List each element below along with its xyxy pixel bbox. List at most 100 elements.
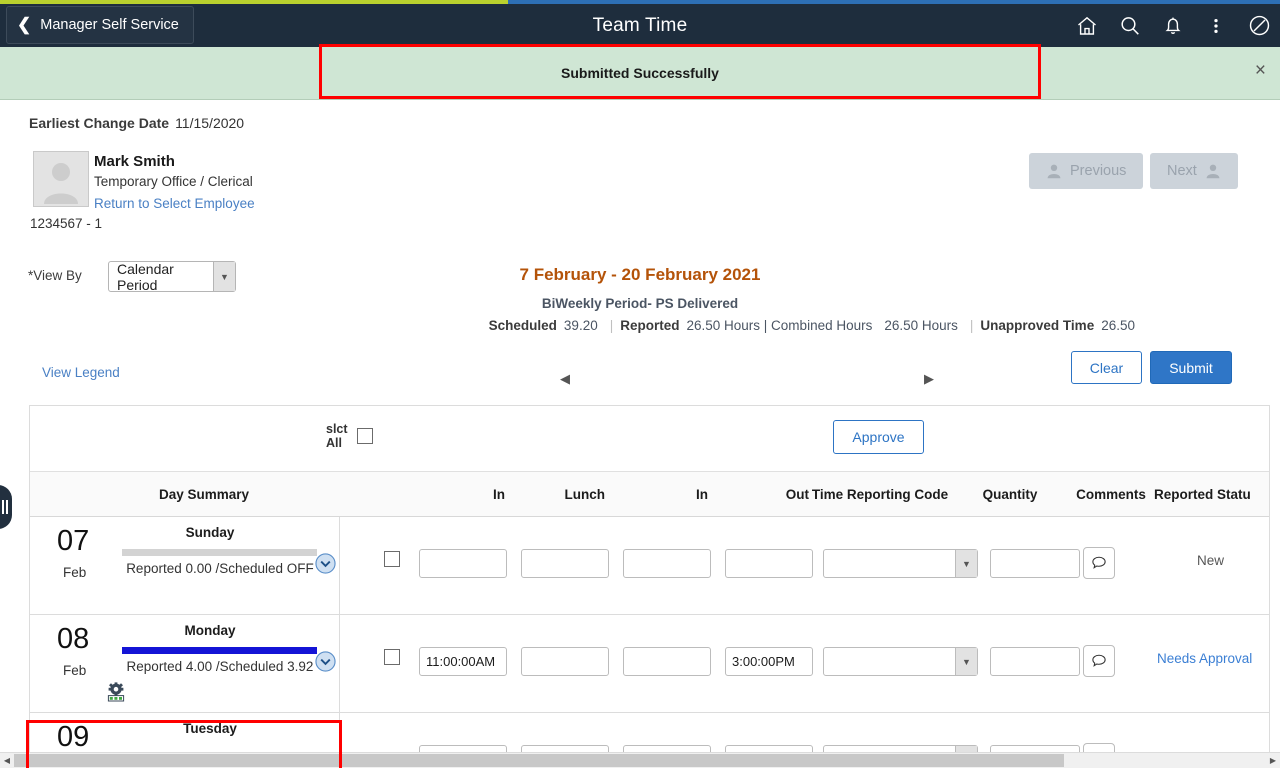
previous-employee-button[interactable]: Previous: [1029, 153, 1144, 189]
totals-divider: |: [609, 318, 614, 333]
success-banner: Submitted Successfully ×: [0, 47, 1280, 100]
next-employee-label: Next: [1167, 163, 1197, 179]
search-icon[interactable]: [1117, 13, 1143, 39]
horizontal-scrollbar[interactable]: ◀ ▶: [0, 752, 1280, 768]
combined-hours-value: 26.50 Hours: [884, 318, 958, 333]
employee-id: 1234567 - 1: [30, 216, 103, 231]
view-legend-link[interactable]: View Legend: [42, 365, 120, 380]
row-select-checkbox[interactable]: [384, 551, 400, 567]
column-header-in-2: In: [696, 486, 708, 502]
exception-gear-icon[interactable]: [105, 681, 127, 703]
table-row: 08 Feb Monday Reported 4.00 /Scheduled 3…: [30, 615, 1269, 713]
expand-day-chevron-down-icon[interactable]: [315, 553, 337, 575]
row-select-checkbox[interactable]: [384, 649, 400, 665]
day-month: Feb: [63, 663, 87, 678]
approve-button[interactable]: Approve: [833, 420, 924, 454]
scheduled-value: 39.20: [563, 318, 598, 333]
chevron-down-icon: ▼: [213, 262, 235, 291]
view-by-value: Calendar Period: [117, 260, 174, 293]
banner-message: Submitted Successfully: [561, 65, 719, 81]
expand-day-chevron-down-icon[interactable]: [315, 651, 337, 673]
select-all-control[interactable]: slct All: [326, 422, 373, 450]
day-number: 08: [57, 623, 90, 655]
avatar: [33, 151, 89, 207]
day-summary-cell: 08 Feb Monday Reported 4.00 /Scheduled 3…: [30, 615, 340, 712]
scroll-right-arrow-icon[interactable]: ▶: [1266, 753, 1280, 768]
status-badge[interactable]: Needs Approval: [1157, 651, 1252, 666]
day-summary-cell: 07 Feb Sunday Reported 0.00 /Scheduled O…: [30, 517, 340, 614]
column-header-day-summary: Day Summary: [158, 486, 250, 502]
close-icon[interactable]: ×: [1255, 61, 1266, 80]
employee-job-title: Temporary Office / Clerical: [94, 174, 253, 189]
chevron-left-icon: ❮: [17, 14, 32, 34]
in-1-field[interactable]: [419, 549, 507, 578]
select-all-label-line1: slct: [326, 422, 348, 436]
grid-toolbar: slct All Approve: [30, 406, 1269, 472]
day-summary-cell: 09 Tuesday: [30, 713, 340, 754]
in-2-field[interactable]: [623, 549, 711, 578]
day-progress-bar: [122, 647, 317, 654]
chevron-down-icon: ▼: [955, 648, 977, 675]
next-period-button[interactable]: ▶: [920, 369, 938, 389]
column-header-quantity: Quantity: [982, 486, 1038, 502]
table-row: 07 Feb Sunday Reported 0.00 /Scheduled O…: [30, 517, 1269, 615]
column-header-in-1: In: [493, 486, 505, 502]
out-field[interactable]: [725, 647, 813, 676]
out-field[interactable]: [725, 549, 813, 578]
lunch-field[interactable]: [521, 549, 609, 578]
day-progress-bar: [122, 549, 317, 556]
in-2-field[interactable]: [623, 647, 711, 676]
column-header-time-reporting-code: Time Reporting Code: [811, 486, 949, 502]
person-icon: [1046, 163, 1062, 179]
column-header-reported-status: Reported Statu: [1154, 486, 1251, 502]
earliest-change-date: Earliest Change Date 11/15/2020: [29, 115, 244, 131]
period-totals: Scheduled 39.20 | Reported 26.50 Hours |…: [0, 318, 1140, 333]
unapproved-time-label: Unapproved Time: [980, 318, 1095, 333]
nav-bar-icon[interactable]: [1246, 13, 1272, 39]
previous-period-button[interactable]: ◀: [556, 369, 574, 389]
app-header: ❮ Manager Self Service Team Time: [0, 4, 1280, 47]
lunch-field[interactable]: [521, 647, 609, 676]
time-reporting-code-select[interactable]: ▼: [823, 549, 978, 578]
scrollbar-thumb[interactable]: [14, 754, 1064, 767]
day-number: 09: [57, 721, 90, 753]
home-icon[interactable]: [1074, 13, 1100, 39]
status-badge: New: [1197, 553, 1225, 568]
view-by-select[interactable]: Calendar Period ▼: [108, 260, 236, 293]
scroll-left-arrow-icon[interactable]: ◀: [0, 753, 14, 768]
next-employee-button[interactable]: Next: [1150, 153, 1238, 189]
grid-header-row: Day Summary In Lunch In Out Time Reporti…: [30, 472, 1269, 517]
return-to-select-employee-link[interactable]: Return to Select Employee: [94, 196, 255, 211]
earliest-change-date-label: Earliest Change Date: [29, 115, 170, 131]
quantity-field[interactable]: [990, 549, 1080, 578]
day-summary-text: Reported 0.00 /Scheduled OFF: [126, 561, 314, 576]
column-header-lunch: Lunch: [564, 486, 606, 502]
header-icon-group: [1074, 4, 1272, 47]
day-summary-text: Reported 4.00 /Scheduled 3.92: [126, 659, 314, 674]
timesheet-grid: slct All Approve Day Summary In Lunch In…: [29, 405, 1269, 755]
period-subtitle: BiWeekly Period- PS Delivered: [541, 296, 739, 311]
select-all-label-line2: All: [326, 436, 342, 450]
submit-button[interactable]: Submit: [1150, 351, 1232, 384]
comments-button[interactable]: [1083, 547, 1115, 579]
comments-button[interactable]: [1083, 645, 1115, 677]
quantity-field[interactable]: [990, 647, 1080, 676]
bell-icon[interactable]: [1160, 13, 1186, 39]
table-row: 09 Tuesday ▼: [30, 713, 1269, 754]
grid-right-divider: [1269, 405, 1270, 755]
day-weekday: Tuesday: [183, 721, 237, 736]
unapproved-time-value: 26.50: [1101, 318, 1135, 333]
select-all-checkbox[interactable]: [357, 428, 373, 444]
day-month: Feb: [63, 565, 87, 580]
person-icon: [1205, 163, 1221, 179]
kebab-menu-icon[interactable]: [1203, 13, 1229, 39]
back-button[interactable]: ❮ Manager Self Service: [6, 6, 194, 44]
clear-button[interactable]: Clear: [1071, 351, 1142, 384]
view-by-label: *View By: [28, 268, 82, 283]
day-number: 07: [57, 525, 90, 557]
sidebar-collapse-handle[interactable]: [0, 485, 12, 529]
in-1-field[interactable]: [419, 647, 507, 676]
totals-divider: |: [969, 318, 974, 333]
day-weekday: Monday: [184, 623, 236, 638]
time-reporting-code-select[interactable]: ▼: [823, 647, 978, 676]
